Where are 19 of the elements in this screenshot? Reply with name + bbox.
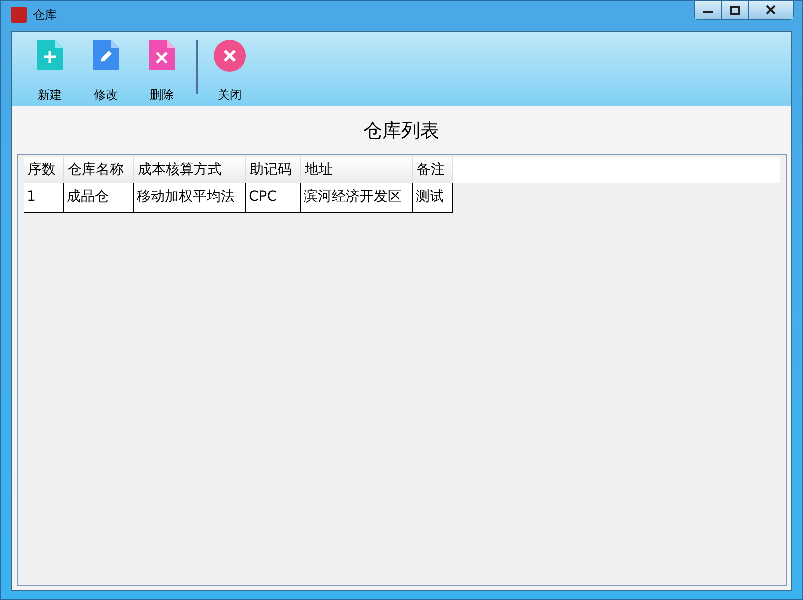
- toolbar-button[interactable]: 新建: [22, 40, 78, 104]
- toolbar-button[interactable]: 关闭: [202, 40, 258, 104]
- table-cell: 1: [24, 183, 64, 212]
- table-cell: CPC: [246, 183, 301, 212]
- table-cell: 测试: [413, 183, 453, 212]
- maximize-button[interactable]: [730, 6, 740, 14]
- toolbar-button[interactable]: 删除: [134, 40, 190, 104]
- close-icon: [214, 40, 246, 72]
- close-button[interactable]: [766, 5, 776, 15]
- table-cell: 滨河经济开发区: [301, 183, 413, 212]
- table-cell: 移动加权平均法: [134, 183, 246, 212]
- new-file-icon: [37, 40, 63, 70]
- edit-file-icon: [93, 40, 119, 70]
- app-logo-icon: [11, 7, 27, 23]
- toolbar-button[interactable]: 修改: [78, 40, 134, 104]
- page-heading: 仓库列表: [362, 119, 440, 144]
- window-title: 仓库: [33, 6, 57, 24]
- table-cell: 成品仓: [64, 183, 134, 212]
- delete-file-icon: [149, 40, 175, 70]
